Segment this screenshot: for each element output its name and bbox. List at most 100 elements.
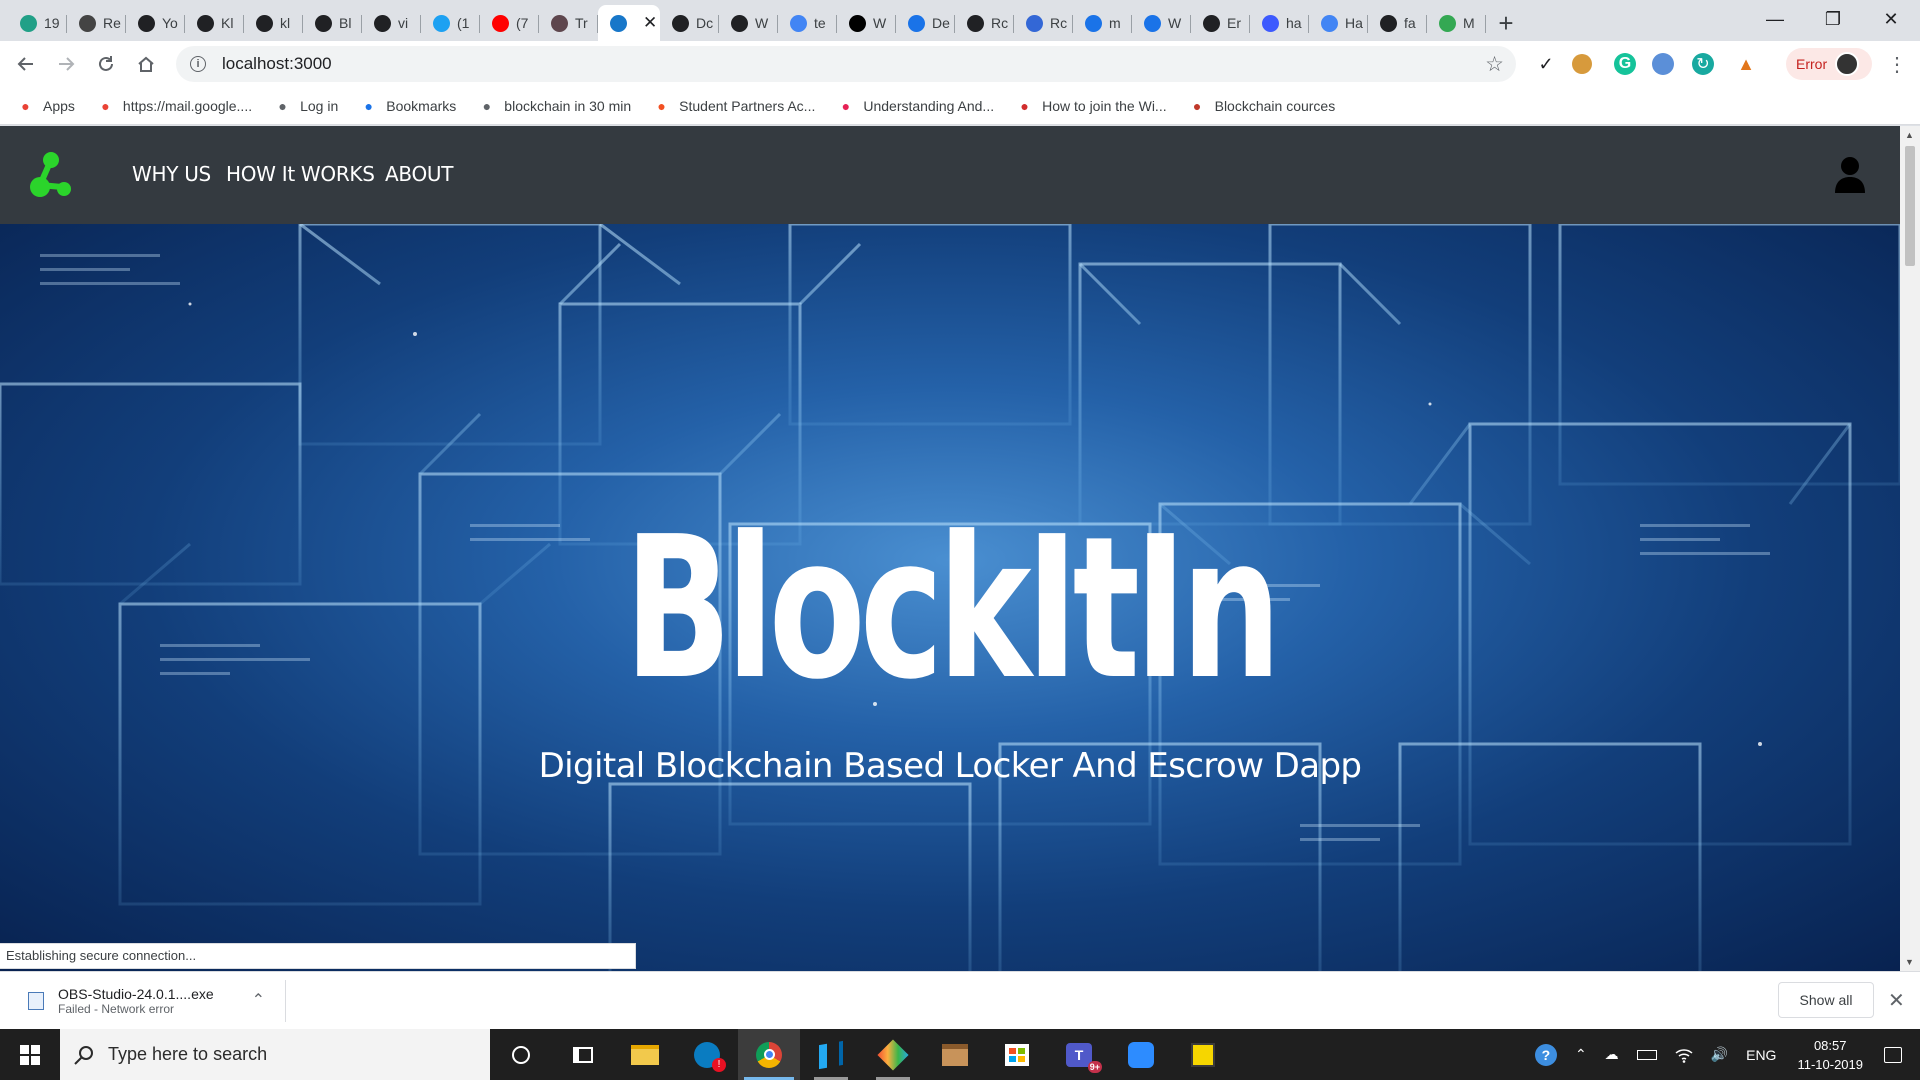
wifi-icon[interactable] [1666,1047,1702,1063]
show-all-button[interactable]: Show all [1778,982,1874,1018]
page-scrollbar[interactable]: ▲ ▼ [1900,126,1920,971]
bookmark-blue-icon [1262,14,1279,32]
close-tab-icon[interactable]: ✕ [643,13,657,33]
browser-tab[interactable]: Er [1191,5,1250,41]
bookmark-item[interactable]: ● Log in [274,97,338,114]
user-account-icon[interactable] [1834,156,1866,194]
back-button[interactable] [6,44,46,84]
ms-store-taskbar-icon[interactable] [986,1029,1048,1080]
restore-button[interactable]: ❐ [1804,0,1862,38]
zoom-taskbar-icon[interactable] [1110,1029,1172,1080]
browser-tab[interactable]: Re [67,5,126,41]
bookmark-star-icon[interactable]: ☆ [1485,52,1504,77]
chevron-up-tray-icon[interactable]: ⌃ [1566,1046,1596,1063]
onedrive-cloud-icon[interactable]: ☁ [1596,1046,1628,1063]
github-icon [315,14,332,32]
new-tab-button[interactable]: + [1486,5,1526,41]
tab-title: M [1463,15,1475,31]
browser-tab[interactable]: ha [1250,5,1309,41]
url-text[interactable]: localhost:3000 [222,54,332,74]
action-center-icon[interactable] [1875,1046,1920,1063]
sync-extension-icon[interactable]: ↻ [1692,53,1714,75]
chevron-up-icon[interactable]: ⌃ [252,990,265,1010]
home-icon [138,56,154,72]
package-taskbar-icon[interactable] [924,1029,986,1080]
wp-icon [1026,14,1043,32]
reload-button[interactable] [86,44,126,84]
store-badge-app-icon[interactable]: ! [676,1029,738,1080]
check-extension-icon[interactable]: ✓ [1532,50,1560,78]
taskbar-search[interactable]: Type here to search [60,1029,490,1080]
home-button[interactable] [126,44,166,84]
chrome-menu-icon[interactable]: ⋮ [1883,50,1911,78]
bookmark-item[interactable]: ● Understanding And... [837,97,995,114]
bookmark-item[interactable]: ● https://mail.google.... [97,97,252,114]
forward-button[interactable] [46,44,86,84]
vscode-taskbar-icon[interactable] [800,1029,862,1080]
start-button[interactable] [0,1029,60,1080]
scrollbar-thumb[interactable] [1905,146,1915,266]
bookmark-item[interactable]: ● Bookmarks [360,97,457,114]
browser-tab[interactable]: te [778,5,837,41]
browser-tab[interactable]: W [837,5,896,41]
language-indicator[interactable]: ENG [1737,1047,1785,1063]
browser-tab[interactable]: M [1427,5,1486,41]
nav-about[interactable]: ABOUT [385,162,453,186]
metamask-fox-icon[interactable]: ▲ [1732,50,1760,78]
browser-tab[interactable]: De [896,5,955,41]
browser-tab[interactable]: Kl [185,5,244,41]
bookmark-item[interactable]: ● How to join the Wi... [1016,97,1166,114]
nav-why-us[interactable]: WHY US [132,162,211,186]
help-icon[interactable]: ? [1526,1043,1566,1066]
browser-tab[interactable]: Yo [126,5,185,41]
site-logo-icon[interactable] [28,151,74,201]
tab-title: m [1109,15,1121,31]
nav-how-it-works[interactable]: HOW It WORKS [226,162,375,186]
battery-icon[interactable] [1628,1049,1666,1060]
teams-taskbar-icon[interactable]: T 9+ [1048,1029,1110,1080]
browser-tab[interactable]: vi [362,5,421,41]
profile-error-button[interactable]: Error [1786,48,1872,80]
cookie-extension-icon[interactable] [1572,54,1592,74]
browser-tab[interactable]: Dc [660,5,719,41]
address-bar[interactable]: i localhost:3000 ☆ [176,46,1516,82]
browser-tab[interactable]: Ha [1309,5,1368,41]
docs-icon [1321,14,1338,32]
grammarly-extension-icon[interactable]: G [1614,53,1636,75]
browser-tab-strip: 19 Re Yo Kl kl Bl vi (1 (7 Tr ✕ Dc Wte W De Rc Rc m W Er ha H… [0,0,1920,41]
volume-icon[interactable]: 🔊 [1702,1046,1737,1063]
browser-tab[interactable]: W [1132,5,1191,41]
minimize-button[interactable]: — [1746,0,1804,38]
browser-tab[interactable]: Bl [303,5,362,41]
close-window-button[interactable]: ✕ [1862,0,1920,38]
feather-extension-icon[interactable] [1652,53,1674,75]
browser-tab[interactable]: 19 [8,5,67,41]
cortana-icon[interactable] [490,1029,552,1080]
scroll-down-arrow-icon[interactable]: ▼ [1905,957,1914,967]
browser-tab[interactable]: ✕ [598,5,660,41]
browser-tab[interactable]: (1 [421,5,480,41]
file-explorer-icon[interactable] [614,1029,676,1080]
bookmark-item[interactable]: ● Apps [17,97,75,114]
chrome-taskbar-icon[interactable] [738,1029,800,1080]
browser-tab[interactable]: fa [1368,5,1427,41]
browser-tab[interactable]: kl [244,5,303,41]
browser-tab[interactable]: Tr [539,5,598,41]
browser-tab[interactable]: W [719,5,778,41]
sticky-app-taskbar-icon[interactable] [1172,1029,1234,1080]
browser-tab[interactable]: Rc [955,5,1014,41]
bookmark-item[interactable]: ● Blockchain cources [1189,97,1335,114]
close-download-shelf-icon[interactable]: ✕ [1888,988,1905,1013]
truffle-icon [551,14,568,32]
bookmark-item[interactable]: ● Student Partners Ac... [653,97,815,114]
git-taskbar-icon[interactable] [862,1029,924,1080]
clock[interactable]: 08:57 11-10-2019 [1785,1036,1875,1074]
browser-tab[interactable]: Rc [1014,5,1073,41]
browser-tab[interactable]: (7 [480,5,539,41]
bookmark-item[interactable]: ● blockchain in 30 min [478,97,632,114]
site-info-icon[interactable]: i [190,56,206,72]
browser-tab[interactable]: m [1073,5,1132,41]
scroll-up-arrow-icon[interactable]: ▲ [1905,130,1914,140]
download-item[interactable]: OBS-Studio-24.0.1....exe Failed - Networ… [14,980,286,1022]
task-view-icon[interactable] [552,1029,614,1080]
